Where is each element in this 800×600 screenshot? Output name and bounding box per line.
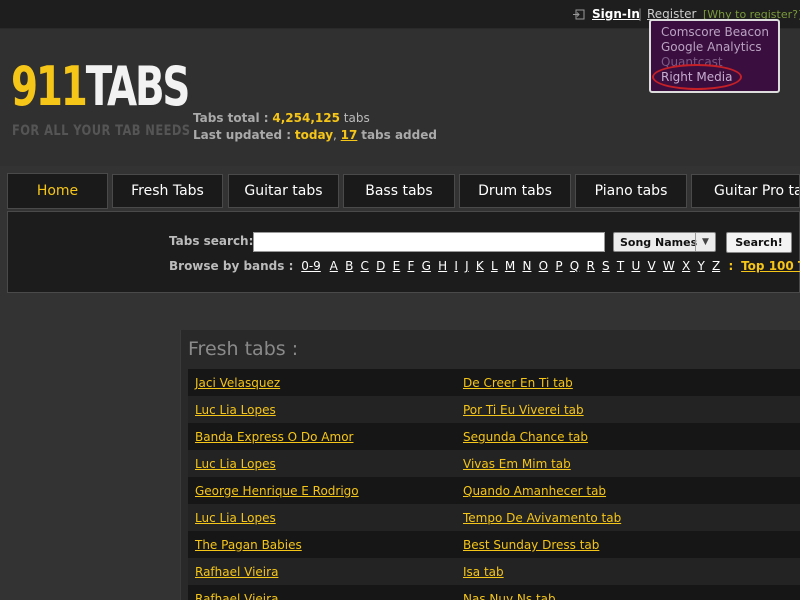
browse-letter[interactable]: S [602, 259, 610, 273]
sign-in-icon [573, 9, 585, 20]
browse-letter[interactable]: R [586, 259, 594, 273]
tabs-added-suffix: tabs added [361, 128, 437, 142]
tabs-total-suffix: tabs [343, 111, 370, 125]
band-link[interactable]: Rafhael Vieira [195, 565, 278, 579]
site-stats: Tabs total : 4,254,125 tabs Last updated… [193, 110, 437, 144]
main-nav: Home Fresh Tabs Guitar tabs Bass tabs Dr… [0, 172, 800, 210]
tabs-total-line: Tabs total : 4,254,125 tabs [193, 110, 437, 127]
browse-by-bands: Browse by bands : 0-9 A B C D E F G H I … [169, 259, 800, 273]
browse-letter[interactable]: C [361, 259, 369, 273]
fresh-tabs-title: Fresh tabs : [188, 338, 299, 360]
browse-letter-digits[interactable]: 0-9 [301, 259, 321, 273]
song-link[interactable]: Segunda Chance tab [463, 430, 588, 444]
browse-letter[interactable]: A [330, 259, 338, 273]
browse-label: Browse by bands : [169, 259, 294, 273]
tabs-added-count[interactable]: 17 [341, 128, 358, 142]
browse-letter[interactable]: Q [570, 259, 579, 273]
search-type-value: Song Names [620, 236, 698, 249]
song-link[interactable]: Tempo De Avivamento tab [463, 511, 621, 525]
browse-letter[interactable]: K [476, 259, 484, 273]
table-row: Rafhael Vieira Isa tab [188, 558, 800, 585]
tab-guitar-pro-tabs[interactable]: Guitar Pro tab [691, 174, 800, 208]
tabs-total-value: 4,254,125 [272, 111, 340, 125]
song-link[interactable]: Nas Nuv Ns tab [463, 592, 556, 600]
song-link[interactable]: De Creer En Ti tab [463, 376, 573, 390]
search-panel: Tabs search: Song Names ▼ Search! Browse… [7, 211, 800, 293]
tab-home[interactable]: Home [7, 173, 108, 209]
tab-guitar-tabs[interactable]: Guitar tabs [228, 174, 339, 208]
search-type-select[interactable]: Song Names ▼ [613, 232, 716, 252]
song-link[interactable]: Isa tab [463, 565, 504, 579]
logo-word: TABS [85, 55, 191, 118]
fresh-tabs-table: Jaci Velasquez De Creer En Ti tab Luc Li… [188, 369, 800, 600]
browse-letter[interactable]: W [663, 259, 675, 273]
table-row: Luc Lia Lopes Tempo De Avivamento tab [188, 504, 800, 531]
browse-colon: : [728, 259, 734, 273]
browse-letter[interactable]: I [454, 259, 458, 273]
band-link[interactable]: Banda Express O Do Amor [195, 430, 353, 444]
song-link[interactable]: Quando Amanhecer tab [463, 484, 606, 498]
browse-letter[interactable]: V [647, 259, 655, 273]
search-label: Tabs search: [169, 234, 254, 248]
browse-letter[interactable]: X [682, 259, 690, 273]
band-link[interactable]: George Henrique E Rodrigo [195, 484, 359, 498]
band-link[interactable]: Luc Lia Lopes [195, 403, 276, 417]
logo-number: 911 [11, 55, 88, 118]
table-row: Luc Lia Lopes Por Ti Eu Viverei tab [188, 396, 800, 423]
popup-item-comscore[interactable]: Comscore Beacon [661, 25, 778, 40]
tab-drum-tabs[interactable]: Drum tabs [459, 174, 571, 208]
browse-letter[interactable]: H [438, 259, 447, 273]
band-link[interactable]: Luc Lia Lopes [195, 457, 276, 471]
browse-letter[interactable]: U [631, 259, 640, 273]
separator: | [638, 7, 643, 21]
browse-letter[interactable]: F [407, 259, 414, 273]
table-row: The Pagan Babies Best Sunday Dress tab [188, 531, 800, 558]
table-row: Banda Express O Do Amor Segunda Chance t… [188, 423, 800, 450]
browse-letter[interactable]: D [376, 259, 385, 273]
highlight-ring [652, 64, 742, 90]
site-logo[interactable]: 911TABS [11, 55, 191, 118]
tab-bass-tabs[interactable]: Bass tabs [343, 174, 455, 208]
browse-letter[interactable]: T [617, 259, 624, 273]
last-updated-label: Last updated : [193, 128, 292, 142]
search-button[interactable]: Search! [726, 232, 792, 253]
search-input[interactable] [253, 232, 605, 252]
popup-item-google-analytics[interactable]: Google Analytics [661, 40, 778, 55]
last-updated-line: Last updated : today, 17 tabs added [193, 127, 437, 144]
table-row: Rafhael Vieira Nas Nuv Ns tab [188, 585, 800, 600]
band-link[interactable]: Jaci Velasquez [195, 376, 280, 390]
song-link[interactable]: Por Ti Eu Viverei tab [463, 403, 584, 417]
browse-letter[interactable]: L [491, 259, 498, 273]
browse-letter[interactable]: G [422, 259, 431, 273]
top-100-tabs-link[interactable]: Top 100 Tabs [741, 259, 800, 273]
browse-letter[interactable]: J [465, 259, 469, 273]
tabs-total-label: Tabs total : [193, 111, 269, 125]
browse-letter[interactable]: B [345, 259, 353, 273]
band-link[interactable]: Rafhael Vieira [195, 592, 278, 600]
table-row: George Henrique E Rodrigo Quando Amanhec… [188, 477, 800, 504]
band-link[interactable]: The Pagan Babies [195, 538, 302, 552]
table-row: Luc Lia Lopes Vivas Em Mim tab [188, 450, 800, 477]
song-link[interactable]: Vivas Em Mim tab [463, 457, 571, 471]
tab-piano-tabs[interactable]: Piano tabs [575, 174, 687, 208]
song-link[interactable]: Best Sunday Dress tab [463, 538, 599, 552]
stats-comma: , [333, 128, 337, 142]
logo-tagline: FOR ALL YOUR TAB NEEDS [12, 123, 191, 139]
chevron-down-icon: ▼ [695, 233, 715, 251]
browse-letter[interactable]: P [555, 259, 562, 273]
browse-letter[interactable]: Z [712, 259, 720, 273]
browse-letter[interactable]: O [539, 259, 548, 273]
table-row: Jaci Velasquez De Creer En Ti tab [188, 369, 800, 396]
browse-letter[interactable]: E [393, 259, 401, 273]
browse-letter[interactable]: N [522, 259, 531, 273]
band-link[interactable]: Luc Lia Lopes [195, 511, 276, 525]
browse-letter[interactable]: Y [697, 259, 704, 273]
tab-fresh-tabs[interactable]: Fresh Tabs [112, 174, 223, 208]
browse-letter[interactable]: M [505, 259, 515, 273]
fresh-tabs-section: Fresh tabs : Jaci Velasquez De Creer En … [180, 330, 800, 600]
sign-in-link[interactable]: Sign-In [592, 7, 640, 21]
last-updated-value: today [294, 128, 334, 142]
